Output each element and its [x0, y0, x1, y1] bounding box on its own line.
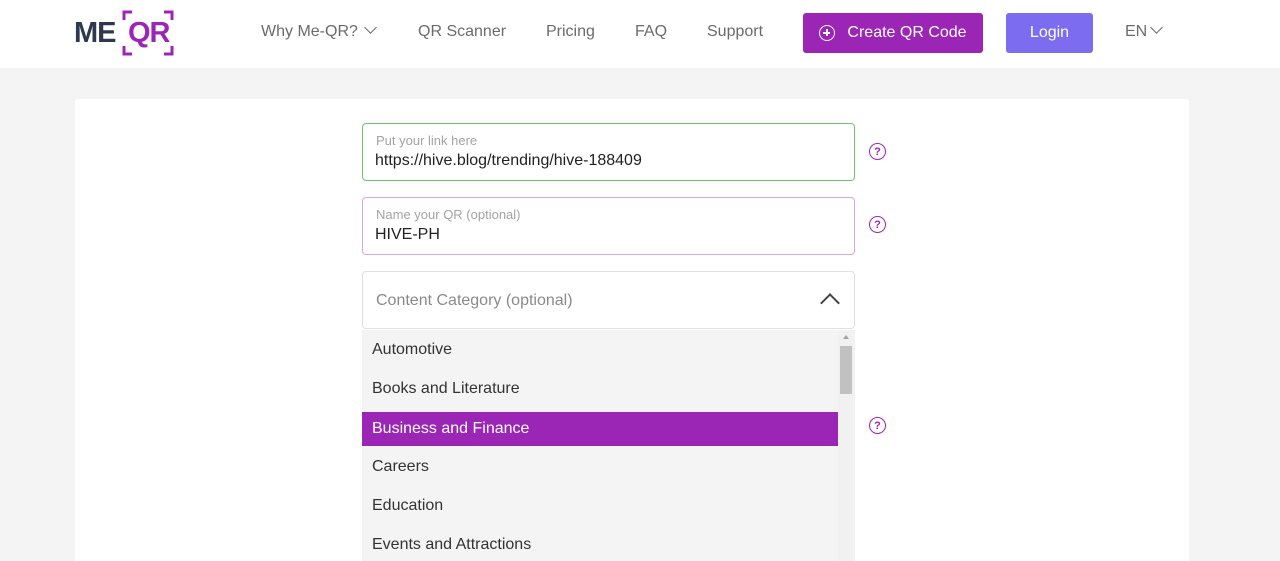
qr-name-field[interactable]: Name your QR (optional): [362, 197, 855, 255]
category-option[interactable]: Automotive: [362, 333, 838, 367]
nav-why-meqr-label: Why Me-QR?: [261, 23, 358, 40]
language-label: EN: [1125, 23, 1148, 40]
nav-qr-scanner[interactable]: QR Scanner: [418, 22, 506, 42]
logo-text-qr: QR: [128, 17, 170, 49]
qr-name-field-label: Name your QR (optional): [376, 207, 521, 222]
help-icon[interactable]: ?: [869, 216, 886, 233]
create-qr-code-button[interactable]: Create QR Code: [803, 13, 983, 53]
logo[interactable]: ME QR: [74, 10, 176, 56]
content-category-placeholder: Content Category (optional): [376, 292, 573, 309]
help-icon[interactable]: ?: [869, 143, 886, 160]
login-button[interactable]: Login: [1006, 13, 1093, 53]
plus-circle-icon: [819, 25, 836, 41]
category-option[interactable]: Careers: [362, 450, 838, 484]
category-option-highlighted[interactable]: Business and Finance: [362, 412, 838, 446]
qr-name-input[interactable]: [375, 225, 835, 245]
category-option[interactable]: Events and Attractions: [362, 528, 838, 561]
header: ME QR Why Me-QR? QR Scanner Pricing FAQ …: [0, 0, 1280, 68]
category-option[interactable]: Books and Literature: [362, 372, 838, 406]
chevron-down-icon: [364, 21, 377, 34]
create-qr-code-label: Create QR Code: [847, 24, 967, 41]
help-icon[interactable]: ?: [869, 417, 886, 434]
chevron-down-icon: [1150, 21, 1164, 34]
chevron-up-icon: [820, 293, 840, 313]
dropdown-scrollbar[interactable]: [838, 330, 855, 561]
link-field-label: Put your link here: [376, 133, 478, 148]
category-dropdown-list: Automotive Books and Literature Business…: [362, 330, 855, 561]
link-input[interactable]: [375, 151, 835, 171]
nav-faq[interactable]: FAQ: [635, 22, 667, 42]
category-option[interactable]: Education: [362, 489, 838, 523]
language-selector[interactable]: EN: [1125, 21, 1164, 42]
content-category-select[interactable]: Content Category (optional): [362, 271, 855, 329]
nav-pricing[interactable]: Pricing: [546, 22, 595, 42]
scrollbar-thumb[interactable]: [840, 346, 852, 394]
link-field[interactable]: Put your link here: [362, 123, 855, 181]
nav-support[interactable]: Support: [707, 22, 763, 42]
logo-text-me: ME: [74, 17, 116, 49]
scroll-up-arrow-icon[interactable]: [843, 335, 849, 339]
nav-why-meqr[interactable]: Why Me-QR?: [261, 21, 377, 42]
